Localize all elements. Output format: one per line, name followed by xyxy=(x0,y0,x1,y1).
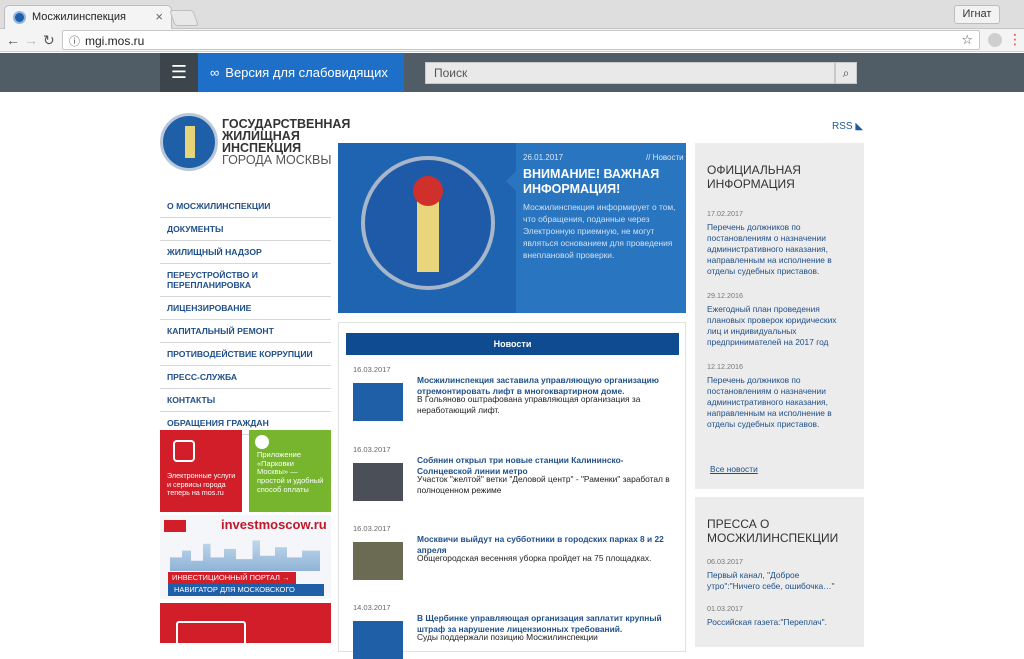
invest-band: ИНВЕСТИЦИОННЫЙ ПОРТАЛ → xyxy=(168,572,296,584)
glasses-icon: ∞ xyxy=(210,65,220,80)
investmoscow-banner[interactable]: investmoscow.ru ИНВЕСТИЦИОННЫЙ ПОРТАЛ → … xyxy=(160,515,331,606)
nav-item-housing-supervision[interactable]: ЖИЛИЩНЫЙ НАДЗОР xyxy=(160,241,331,264)
moscow-government-logo xyxy=(164,520,186,532)
official-info-panel: ОФИЦИАЛЬНАЯ ИНФОРМАЦИЯ 17.02.2017 Перече… xyxy=(695,143,864,489)
official-link[interactable]: Перечень должников по постановлениям о н… xyxy=(707,222,852,277)
official-link[interactable]: Ежегодный план проведения плановых прове… xyxy=(707,304,852,348)
press-date: 01.03.2017 xyxy=(707,604,743,613)
promo-banner-bottom[interactable] xyxy=(160,603,331,651)
nav-item-redevelopment[interactable]: ПЕРЕУСТРОЙСТВО И ПЕРЕПЛАНИРОВКА xyxy=(160,264,331,297)
news-headline-link[interactable]: Москвичи выйдут на субботники в городски… xyxy=(417,534,673,555)
inspection-emblem-logo[interactable] xyxy=(160,113,218,171)
parking-app-banner[interactable]: Приложение «Парковки Москвы» — простой и… xyxy=(249,430,331,512)
nav-item-documents[interactable]: ДОКУМЕНТЫ xyxy=(160,218,331,241)
news-summary: Участок "желтой" ветки "Деловой центр" -… xyxy=(417,474,670,495)
bookmark-star-icon[interactable]: ☆ xyxy=(961,32,973,48)
browser-menu-icon[interactable]: ⋮ xyxy=(1008,31,1022,47)
news-date: 16.03.2017 xyxy=(353,524,391,533)
official-date: 17.02.2017 xyxy=(707,209,743,218)
hero-date: 26.01.2017 xyxy=(523,153,564,162)
news-date: 14.03.2017 xyxy=(353,603,391,612)
press-date: 06.03.2017 xyxy=(707,557,743,566)
nav-item-anti-corruption[interactable]: ПРОТИВОДЕЙСТВИЕ КОРРУПЦИИ xyxy=(160,343,331,366)
coat-of-arms-icon xyxy=(413,176,443,206)
news-date: 16.03.2017 xyxy=(353,365,391,374)
news-thumbnail[interactable] xyxy=(353,463,403,501)
tab-title: Мосжилинспекция xyxy=(32,11,126,23)
back-arrow-icon[interactable]: ← xyxy=(6,31,20,49)
logo-line: ГОРОДА МОСКВЫ xyxy=(222,153,332,167)
profile-button[interactable]: Игнат xyxy=(954,5,1000,24)
all-news-link[interactable]: Все новости xyxy=(710,464,758,474)
accessibility-version-button[interactable]: ∞ Версия для слабовидящих xyxy=(198,53,404,92)
news-headline-link[interactable]: Собянин открыл три новые станции Калинин… xyxy=(417,455,673,476)
browser-toolbar: ← → ↻ ⓘ mgi.mos.ru ☆ ⋮ xyxy=(0,29,1024,52)
extension-icon[interactable] xyxy=(988,33,1002,47)
skyline-illustration xyxy=(170,540,320,571)
forward-arrow-icon[interactable]: → xyxy=(24,31,38,49)
news-summary: Суды поддержали позицию Мосжилинспекции xyxy=(417,632,598,642)
monitor-icon xyxy=(176,621,246,651)
accessibility-label: Версия для слабовидящих xyxy=(225,65,388,80)
monitor-icon xyxy=(173,440,195,462)
hero-arrow xyxy=(506,171,516,191)
promo-text: Приложение «Парковки Москвы» — простой и… xyxy=(257,450,324,494)
news-thumbnail[interactable] xyxy=(353,621,403,659)
rss-link[interactable]: RSS ◣ xyxy=(832,121,863,132)
news-thumbnail[interactable] xyxy=(353,383,403,421)
hamburger-menu-icon[interactable]: ☰ xyxy=(160,53,198,92)
site-header: ☰ ∞ Версия для слабовидящих Поиск ⌕ xyxy=(0,53,1024,92)
news-summary: Общегородская весенняя уборка пройдет на… xyxy=(417,553,652,563)
hero-image xyxy=(338,143,516,313)
nav-item-about[interactable]: О МОСЖИЛИНСПЕКЦИИ xyxy=(160,195,331,218)
news-summary: В Гольяново оштрафована управляющая орга… xyxy=(417,394,641,415)
info-icon[interactable]: ⓘ xyxy=(69,33,80,49)
news-header-tab[interactable]: Новости xyxy=(346,333,679,355)
search-input[interactable]: Поиск xyxy=(425,62,835,84)
press-title: ПРЕССА О МОСЖИЛИНСПЕКЦИИ xyxy=(707,517,839,545)
press-panel: ПРЕССА О МОСЖИЛИНСПЕКЦИИ 06.03.2017 Перв… xyxy=(695,497,864,647)
press-link[interactable]: Российская газета:"Переплач". xyxy=(707,617,852,628)
left-navigation: О МОСЖИЛИНСПЕКЦИИ ДОКУМЕНТЫ ЖИЛИЩНЫЙ НАД… xyxy=(160,195,331,435)
hero-category-link[interactable]: // Новости xyxy=(646,153,684,162)
site-favicon-icon xyxy=(13,11,26,24)
news-thumbnail[interactable] xyxy=(353,542,403,580)
official-date: 12.12.2016 xyxy=(707,362,743,371)
nav-item-licensing[interactable]: ЛИЦЕНЗИРОВАНИЕ xyxy=(160,297,331,320)
official-date: 29.12.2016 xyxy=(707,291,743,300)
hero-title[interactable]: ВНИМАНИЕ! ВАЖНАЯ ИНФОРМАЦИЯ! xyxy=(523,167,673,197)
url-text[interactable]: mgi.mos.ru xyxy=(85,34,144,48)
reload-icon[interactable]: ↻ xyxy=(43,31,55,49)
nav-item-press-service[interactable]: ПРЕСС-СЛУЖБА xyxy=(160,366,331,389)
news-panel: Новости 16.03.2017 Мосжилинспекция заста… xyxy=(338,322,686,659)
mos-ru-services-banner[interactable]: Электронные услуги и сервисы города тепе… xyxy=(160,430,242,512)
invest-title: investmoscow.ru xyxy=(221,517,327,532)
press-link[interactable]: Первый канал, "Доброе утро":"Ничего себе… xyxy=(707,570,852,592)
hero-text: Мосжилинспекция информирует о том, что о… xyxy=(523,202,676,260)
inspection-emblem-icon xyxy=(361,156,495,290)
site-logo-text[interactable]: ГОСУДАРСТВЕННАЯ ЖИЛИЩНАЯ ИНСПЕКЦИЯ ГОРОД… xyxy=(222,118,350,167)
search-icon[interactable]: ⌕ xyxy=(835,62,857,84)
news-headline-link[interactable]: В Щербинке управляющая организация запла… xyxy=(417,613,673,634)
official-info-title: ОФИЦИАЛЬНАЯ ИНФОРМАЦИЯ xyxy=(707,163,801,191)
app-logo-icon xyxy=(255,435,269,449)
promo-text: Электронные услуги и сервисы города тепе… xyxy=(167,471,236,497)
browser-tab-strip: Мосжилинспекция × Игнат xyxy=(0,0,1024,29)
invest-band: НАВИГАТОР ДЛЯ МОСКОВСКОГО БИЗНЕСА xyxy=(168,584,324,606)
news-headline-link[interactable]: Мосжилинспекция заставила управляющую ор… xyxy=(417,375,673,396)
official-link[interactable]: Перечень должников по постановлениям о н… xyxy=(707,375,852,430)
nav-item-contacts[interactable]: КОНТАКТЫ xyxy=(160,389,331,412)
browser-tab[interactable]: Мосжилинспекция × xyxy=(4,5,172,29)
new-tab-button[interactable] xyxy=(169,10,199,26)
nav-item-capital-repair[interactable]: КАПИТАЛЬНЫЙ РЕМОНТ xyxy=(160,320,331,343)
featured-news-hero[interactable]: 26.01.2017 // Новости ВНИМАНИЕ! ВАЖНАЯ И… xyxy=(338,143,686,313)
address-bar[interactable]: ⓘ mgi.mos.ru ☆ xyxy=(62,30,980,50)
news-date: 16.03.2017 xyxy=(353,445,391,454)
close-tab-icon[interactable]: × xyxy=(155,9,163,24)
